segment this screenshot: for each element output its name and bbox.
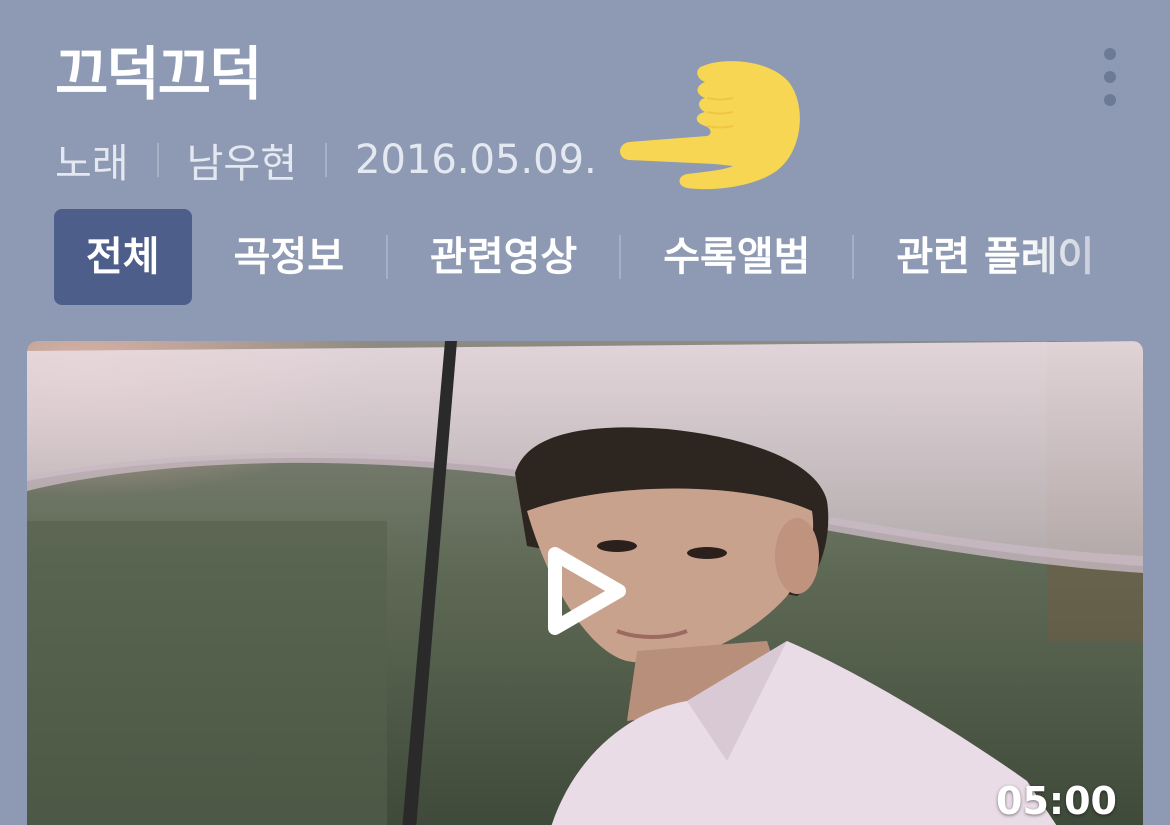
tab-bar: 전체 곡정보 관련영상 수록앨범 관련 플레이 <box>54 209 1136 305</box>
video-duration: 05:00 <box>996 779 1117 823</box>
tab-bar-fade <box>1020 209 1170 305</box>
more-options-button[interactable] <box>1088 48 1132 108</box>
more-vertical-icon <box>1104 48 1116 60</box>
artist-link[interactable]: 남우현 <box>187 131 297 189</box>
meta-divider <box>156 143 159 177</box>
tab-related-videos[interactable]: 관련영상 <box>388 209 619 305</box>
play-icon[interactable] <box>547 546 627 636</box>
song-meta: 노래 남우현 2016.05.09. <box>55 136 597 187</box>
song-title: 끄덕끄덕 <box>55 40 262 108</box>
meta-divider <box>325 143 328 177</box>
tab-song-info[interactable]: 곡정보 <box>192 209 386 305</box>
more-dot <box>1104 71 1116 83</box>
tab-albums[interactable]: 수록앨범 <box>621 209 852 305</box>
release-date: 2016.05.09. <box>355 137 597 183</box>
pointing-hand-icon <box>620 61 800 190</box>
song-page: 끄덕끄덕 노래 남우현 2016.05.09. 전체 곡정보 관련영상 수록앨범… <box>0 0 1170 825</box>
video-player[interactable]: 05:00 <box>27 341 1143 825</box>
song-type: 노래 <box>55 141 129 187</box>
more-dot <box>1104 94 1116 106</box>
tab-all[interactable]: 전체 <box>54 209 192 305</box>
